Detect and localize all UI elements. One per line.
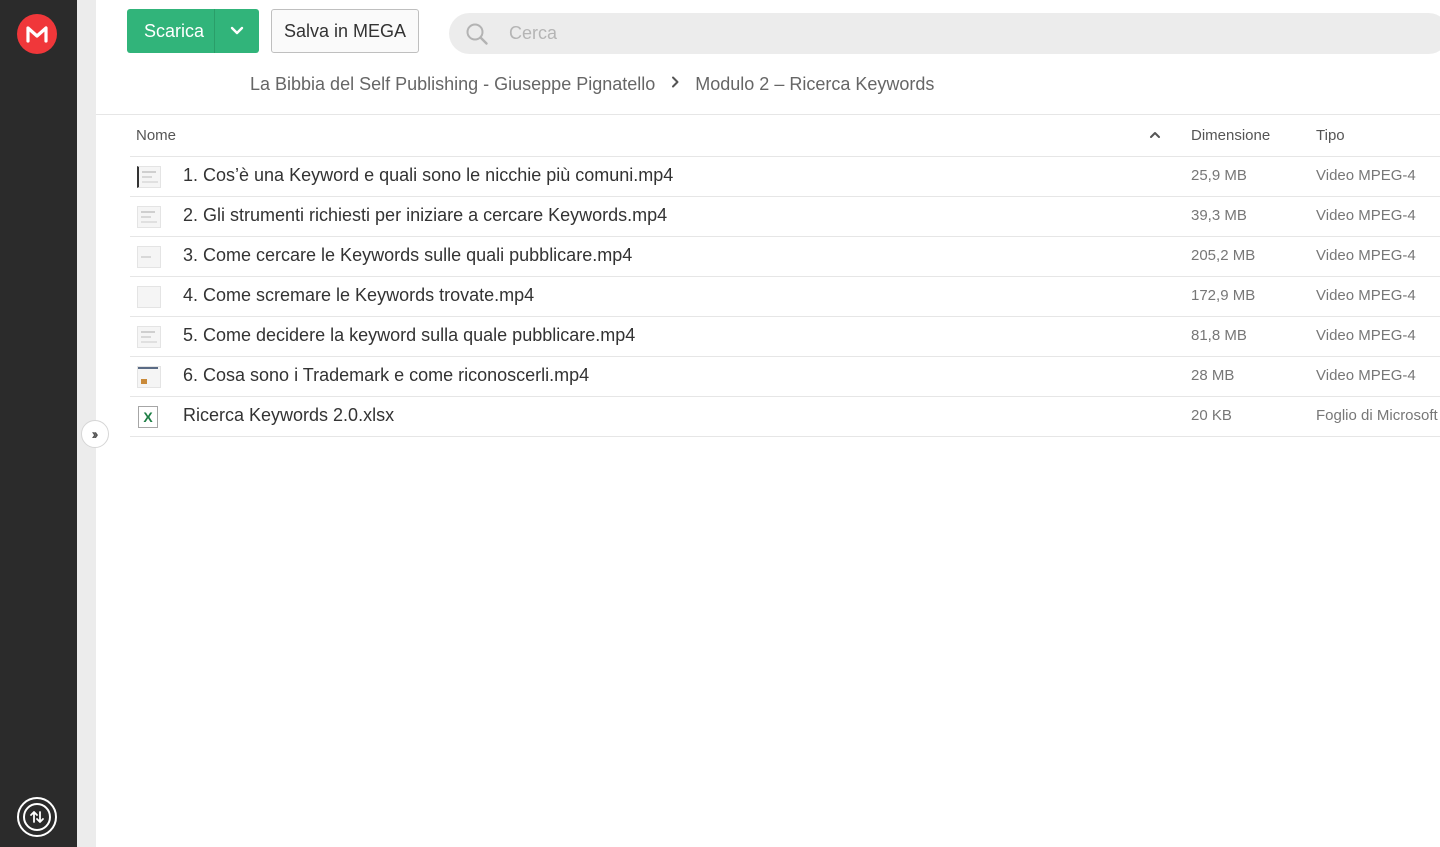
video-thumbnail-icon: [137, 246, 161, 268]
download-button-label: Scarica: [144, 20, 205, 41]
file-type: Foglio di Microsoft: [1316, 407, 1438, 424]
file-type: Video MPEG-4: [1316, 327, 1416, 344]
video-thumbnail-icon: [137, 286, 161, 308]
chevron-right-icon: [671, 75, 679, 93]
chevron-down-icon[interactable]: [214, 9, 259, 53]
file-type: Video MPEG-4: [1316, 287, 1416, 304]
video-thumbnail-icon: [137, 326, 161, 348]
file-size: 39,3 MB: [1191, 207, 1247, 224]
sort-ascending-icon[interactable]: [1149, 128, 1161, 140]
file-name: 4. Come scremare le Keywords trovate.mp4: [183, 285, 535, 305]
file-size: 172,9 MB: [1191, 287, 1256, 304]
left-rail: [0, 0, 77, 847]
file-size: 81,8 MB: [1191, 327, 1247, 344]
file-name: 1. Cos’è una Keyword e quali sono le nic…: [183, 165, 674, 185]
file-type: Video MPEG-4: [1316, 247, 1416, 264]
file-size: 25,9 MB: [1191, 167, 1247, 184]
file-name: 5. Come decidere la keyword sulla quale …: [183, 325, 636, 345]
table-row[interactable]: 2. Gli strumenti richiesti per iniziare …: [130, 197, 1440, 237]
mega-app: ›› Scarica Salva in MEGA La Bibbia del S…: [0, 0, 1440, 847]
download-button[interactable]: Scarica: [127, 9, 259, 53]
file-name: 2. Gli strumenti richiesti per iniziare …: [183, 205, 668, 225]
file-type: Video MPEG-4: [1316, 167, 1416, 184]
file-name: Ricerca Keywords 2.0.xlsx: [183, 405, 395, 425]
transfers-icon[interactable]: [17, 797, 57, 837]
file-size: 205,2 MB: [1191, 247, 1256, 264]
breadcrumb: La Bibbia del Self Publishing - Giuseppe…: [250, 72, 934, 96]
breadcrumb-item-current[interactable]: Modulo 2 – Ricerca Keywords: [695, 74, 934, 95]
expand-panel-icon[interactable]: ››: [81, 420, 109, 448]
table-row[interactable]: 4. Come scremare le Keywords trovate.mp4…: [130, 277, 1440, 317]
table-row[interactable]: X Ricerca Keywords 2.0.xlsx 20 KB Foglio…: [130, 397, 1440, 437]
breadcrumb-item-root[interactable]: La Bibbia del Self Publishing - Giuseppe…: [250, 74, 655, 95]
file-type: Video MPEG-4: [1316, 367, 1416, 384]
table-row[interactable]: 6. Cosa sono i Trademark e come riconosc…: [130, 357, 1440, 397]
file-list: 1. Cos’è una Keyword e quali sono le nic…: [130, 157, 1440, 437]
file-type: Video MPEG-4: [1316, 207, 1416, 224]
file-size: 28 MB: [1191, 367, 1235, 384]
column-header-name[interactable]: Nome: [136, 127, 176, 144]
column-header-type[interactable]: Tipo: [1316, 127, 1345, 144]
video-thumbnail-icon: [137, 166, 161, 188]
column-header-size[interactable]: Dimensione: [1191, 127, 1270, 144]
file-name: 6. Cosa sono i Trademark e come riconosc…: [183, 365, 590, 385]
search-bar[interactable]: [449, 13, 1440, 54]
search-input[interactable]: [509, 23, 1309, 44]
file-table-header: Nome Dimensione Tipo: [130, 115, 1440, 157]
video-thumbnail-icon: [137, 206, 161, 228]
file-size: 20 KB: [1191, 407, 1232, 424]
table-row[interactable]: 5. Come decidere la keyword sulla quale …: [130, 317, 1440, 357]
mega-logo-icon[interactable]: [17, 14, 57, 54]
table-row[interactable]: 1. Cos’è una Keyword e quali sono le nic…: [130, 157, 1440, 197]
table-row[interactable]: 3. Come cercare le Keywords sulle quali …: [130, 237, 1440, 277]
file-name: 3. Come cercare le Keywords sulle quali …: [183, 245, 633, 265]
save-to-mega-button[interactable]: Salva in MEGA: [271, 9, 419, 53]
video-thumbnail-icon: [137, 366, 161, 388]
excel-icon: X: [138, 406, 158, 428]
search-icon: [449, 22, 499, 46]
